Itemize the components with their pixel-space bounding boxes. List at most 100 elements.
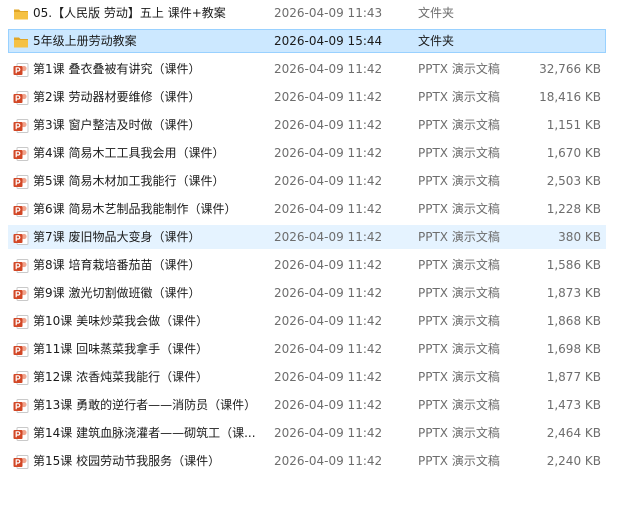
file-date-modified: 2026-04-09 11:42 [274,90,383,104]
file-type: PPTX 演示文稿 [418,426,500,440]
file-size: 2,464 KB [546,426,601,440]
file-size: 2,240 KB [546,454,601,468]
file-type: PPTX 演示文稿 [418,314,500,328]
file-name: 第2课 劳动器材要维修（课件） [33,90,201,104]
pptx-icon [13,286,29,302]
file-date-modified: 2026-04-09 15:44 [274,34,383,48]
file-date-modified: 2026-04-09 11:42 [274,202,383,216]
file-name: 第8课 培育栽培番茄苗（课件） [33,258,201,272]
file-date-modified: 2026-04-09 11:42 [274,370,383,384]
file-type: PPTX 演示文稿 [418,398,500,412]
file-date-modified: 2026-04-09 11:42 [274,230,383,244]
folder-icon [13,6,29,22]
pptx-icon [13,118,29,134]
file-row[interactable]: 第13课 勇敢的逆行者——消防员（课件） 2026-04-09 11:42 PPTX… [8,393,606,417]
pptx-icon [13,174,29,190]
pptx-icon [13,90,29,106]
file-type: PPTX 演示文稿 [418,62,500,76]
file-row[interactable]: 第10课 美味炒菜我会做（课件） 2026-04-09 11:42 PPTX 演示文… [8,309,606,333]
file-date-modified: 2026-04-09 11:42 [274,314,383,328]
pptx-icon [13,202,29,218]
file-row[interactable]: 第3课 窗户整洁及时做（课件） 2026-04-09 11:42 PPTX 演示文稿… [8,113,606,137]
pptx-icon [13,398,29,414]
file-size: 380 KB [558,230,601,244]
folder-icon [13,34,29,50]
file-name: 第5课 简易木材加工我能行（课件） [33,174,225,188]
file-type: PPTX 演示文稿 [418,370,500,384]
file-type: PPTX 演示文稿 [418,90,500,104]
file-type: 文件夹 [418,6,455,20]
file-size: 2,503 KB [546,174,601,188]
file-date-modified: 2026-04-09 11:42 [274,286,383,300]
file-size: 32,766 KB [539,62,601,76]
file-row[interactable]: 第15课 校园劳动节我服务（课件） 2026-04-09 11:42 PPTX 演示… [8,449,606,473]
file-row[interactable]: 第12课 浓香炖菜我能行（课件） 2026-04-09 11:42 PPTX 演示文… [8,365,606,389]
file-row[interactable]: 第14课 建筑血脉浇灌者——砌筑工（课... 2026-04-09 11:42 PP… [8,421,606,445]
file-name: 第14课 建筑血脉浇灌者——砌筑工（课... [33,426,256,440]
file-type: PPTX 演示文稿 [418,286,500,300]
file-name: 第15课 校园劳动节我服务（课件） [33,454,221,468]
file-type: PPTX 演示文稿 [418,454,500,468]
file-name: 5年级上册劳动教案 [33,34,137,48]
file-date-modified: 2026-04-09 11:42 [274,62,383,76]
file-size: 1,228 KB [546,202,601,216]
folder-row[interactable]: 5年级上册劳动教案 2026-04-09 15:44 文件夹 [8,29,606,53]
file-row[interactable]: 第6课 简易木艺制品我能制作（课件） 2026-04-09 11:42 PPTX 演… [8,197,606,221]
file-size: 1,698 KB [546,342,601,356]
file-type: PPTX 演示文稿 [418,118,500,132]
file-row[interactable]: 第5课 简易木材加工我能行（课件） 2026-04-09 11:42 PPTX 演示… [8,169,606,193]
file-name: 第7课 废旧物品大变身（课件） [33,230,201,244]
pptx-icon [13,454,29,470]
file-size: 1,586 KB [546,258,601,272]
file-size: 1,873 KB [546,286,601,300]
file-type: PPTX 演示文稿 [418,230,500,244]
file-date-modified: 2026-04-09 11:43 [274,6,383,20]
file-name: 第12课 浓香炖菜我能行（课件） [33,370,209,384]
file-row[interactable]: 第1课 叠衣叠被有讲究（课件） 2026-04-09 11:42 PPTX 演示文稿… [8,57,606,81]
file-size: 1,670 KB [546,146,601,160]
file-date-modified: 2026-04-09 11:42 [274,454,383,468]
file-date-modified: 2026-04-09 11:42 [274,342,383,356]
file-size: 18,416 KB [539,90,601,104]
file-size: 1,151 KB [546,118,601,132]
file-row[interactable]: 第4课 简易木工工具我会用（课件） 2026-04-09 11:42 PPTX 演示… [8,141,606,165]
pptx-icon [13,370,29,386]
file-name: 第4课 简易木工工具我会用（课件） [33,146,225,160]
file-date-modified: 2026-04-09 11:42 [274,426,383,440]
file-name: 05.【人民版 劳动】五上 课件+教案 [33,6,226,20]
file-type: 文件夹 [418,34,455,48]
file-row[interactable]: 第8课 培育栽培番茄苗（课件） 2026-04-09 11:42 PPTX 演示文稿… [8,253,606,277]
file-type: PPTX 演示文稿 [418,342,500,356]
pptx-icon [13,230,29,246]
file-type: PPTX 演示文稿 [418,174,500,188]
file-size: 1,473 KB [546,398,601,412]
pptx-icon [13,146,29,162]
pptx-icon [13,62,29,78]
pptx-icon [13,426,29,442]
file-name: 第6课 简易木艺制品我能制作（课件） [33,202,237,216]
file-type: PPTX 演示文稿 [418,202,500,216]
file-date-modified: 2026-04-09 11:42 [274,398,383,412]
pptx-icon [13,342,29,358]
folder-row[interactable]: 05.【人民版 劳动】五上 课件+教案 2026-04-09 11:43 文件夹 [8,1,606,25]
file-name: 第10课 美味炒菜我会做（课件） [33,314,209,328]
file-name: 第1课 叠衣叠被有讲究（课件） [33,62,201,76]
file-date-modified: 2026-04-09 11:42 [274,146,383,160]
file-row[interactable]: 第7课 废旧物品大变身（课件） 2026-04-09 11:42 PPTX 演示文稿… [8,225,606,249]
file-date-modified: 2026-04-09 11:42 [274,118,383,132]
file-name: 第9课 激光切割做班徽（课件） [33,286,201,300]
file-name: 第11课 回味蒸菜我拿手（课件） [33,342,209,356]
file-date-modified: 2026-04-09 11:42 [274,174,383,188]
file-size: 1,877 KB [546,370,601,384]
file-row[interactable]: 第11课 回味蒸菜我拿手（课件） 2026-04-09 11:42 PPTX 演示文… [8,337,606,361]
file-row[interactable]: 第2课 劳动器材要维修（课件） 2026-04-09 11:42 PPTX 演示文稿… [8,85,606,109]
pptx-icon [13,314,29,330]
pptx-icon [13,258,29,274]
file-size: 1,868 KB [546,314,601,328]
file-row[interactable]: 第9课 激光切割做班徽（课件） 2026-04-09 11:42 PPTX 演示文稿… [8,281,606,305]
file-name: 第13课 勇敢的逆行者——消防员（课件） [33,398,257,412]
file-date-modified: 2026-04-09 11:42 [274,258,383,272]
file-type: PPTX 演示文稿 [418,258,500,272]
file-name: 第3课 窗户整洁及时做（课件） [33,118,201,132]
file-type: PPTX 演示文稿 [418,146,500,160]
